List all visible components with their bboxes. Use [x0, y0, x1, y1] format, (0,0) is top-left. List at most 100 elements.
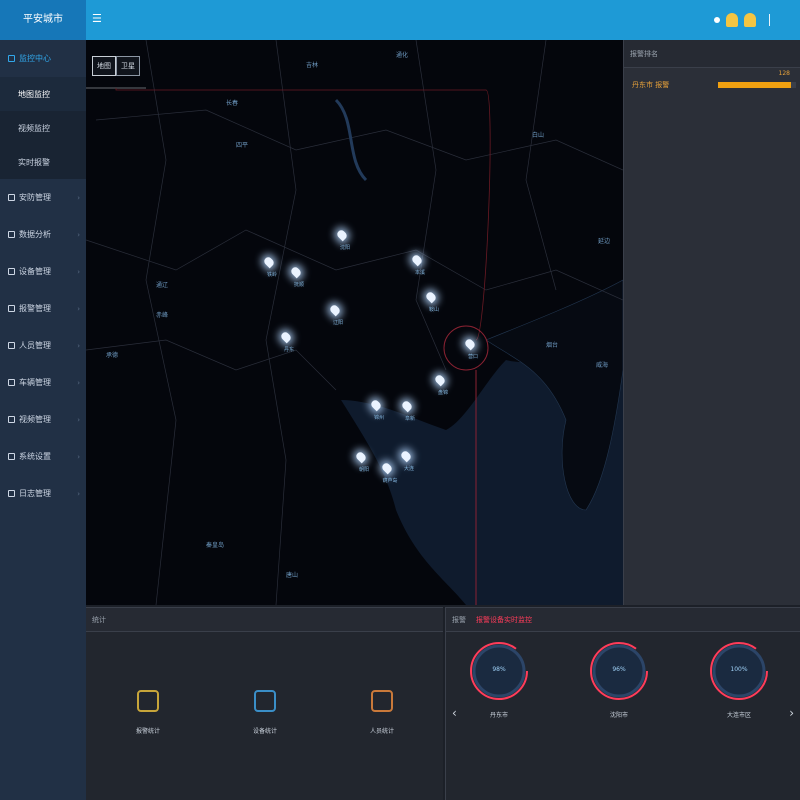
stat-item[interactable]: 报警统计: [118, 690, 178, 735]
alarm-panel: 报警 报警设备实时监控 ‹ › 98% 丹东市 96% 沈阳市 100% 大连市区: [445, 607, 800, 800]
map-type-map-button[interactable]: 地图: [92, 56, 116, 76]
map-marker-label: 营口: [467, 354, 478, 360]
sidebar-item-label: 数据分析: [19, 230, 51, 239]
map-marker[interactable]: 抚顺: [289, 265, 304, 288]
bell-icon[interactable]: [726, 13, 738, 27]
top-bar: 平安城市 ☰: [0, 0, 800, 40]
map-marker-label: 沈阳: [339, 245, 350, 251]
sidebar-item-label: 系统设置: [19, 452, 51, 461]
chevron-right-icon[interactable]: ›: [789, 706, 794, 720]
device-icon: [8, 268, 15, 275]
sidebar-subitem-video[interactable]: 视频监控: [0, 111, 86, 145]
sidebar-item-label: 视频管理: [19, 415, 51, 424]
map-marker[interactable]: 阜新: [400, 399, 415, 422]
ring-gauge-value: 100%: [730, 666, 748, 673]
alarm-panel-header: 报警 报警设备实时监控: [446, 608, 800, 632]
sidebar-item-label: 报警管理: [19, 304, 51, 313]
sidebar: 监控中心 地图监控 视频监控 实时报警 安防管理 › 数据分析 › 设备管理 › 报警管理 ›…: [0, 40, 86, 800]
sidebar-item-car[interactable]: 车辆管理 ›: [0, 364, 86, 401]
map-city-label: 延边: [598, 238, 611, 245]
map-marker[interactable]: 铁岭: [262, 255, 277, 278]
map-city-label: 承德: [106, 352, 119, 359]
top-actions: [714, 10, 770, 30]
chevron-right-icon: ›: [77, 415, 80, 424]
map-marker[interactable]: 鞍山: [424, 290, 439, 313]
chevron-right-icon: ›: [77, 193, 80, 202]
map-marker[interactable]: 葫芦岛: [380, 461, 398, 484]
map-marker[interactable]: 丹东: [279, 330, 294, 353]
ranking-row[interactable]: 丹东市 报警 128: [624, 68, 800, 98]
hamburger-icon[interactable]: ☰: [92, 12, 106, 26]
car-icon: [8, 379, 15, 386]
map-city-label: 吉林: [306, 62, 319, 69]
map-city-label: 通辽: [156, 282, 169, 289]
map-city-label: 四平: [236, 142, 249, 149]
sidebar-item-label: 车辆管理: [19, 378, 51, 387]
sidebar-item-gear[interactable]: 系统设置 ›: [0, 438, 86, 475]
ranking-bar: [718, 82, 796, 88]
chevron-right-icon: ›: [77, 378, 80, 387]
ring-gauge-label: 丹东市: [489, 712, 508, 719]
ring-gauge[interactable]: 100% 大连市区: [708, 640, 770, 719]
map-city-label: 秦皇岛: [206, 542, 225, 549]
sidebar-item-shield[interactable]: 安防管理 ›: [0, 179, 86, 216]
ranking-value: 128: [778, 70, 790, 77]
chart-icon: [8, 231, 15, 238]
stat-label: 人员统计: [369, 728, 394, 735]
map-marker-label: 本溪: [414, 270, 425, 276]
stat-label: 报警统计: [135, 728, 160, 735]
sidebar-subitem-alarm[interactable]: 实时报警: [0, 145, 86, 179]
map-marker[interactable]: 朝阳: [354, 450, 369, 473]
bell-icon[interactable]: [744, 13, 756, 27]
map-marker[interactable]: 沈阳: [335, 228, 350, 251]
sidebar-item-log[interactable]: 日志管理 ›: [0, 475, 86, 512]
sidebar-item-alarm[interactable]: 报警管理 ›: [0, 290, 86, 327]
map-marker-label: 盘锦: [437, 390, 448, 396]
log-icon: [8, 490, 15, 497]
sidebar-subitem-map[interactable]: 地图监控: [0, 77, 86, 111]
right-panel: 报警排名 丹东市 报警 128: [623, 40, 800, 605]
map-marker[interactable]: 盘锦: [433, 373, 448, 396]
chevron-right-icon: ›: [77, 304, 80, 313]
map-marker-label: 辽阳: [332, 320, 343, 326]
map-marker[interactable]: 大连: [399, 449, 414, 472]
sidebar-list: 安防管理 › 数据分析 › 设备管理 › 报警管理 › 人员管理 › 车辆管理 › 视频管理 › 系统设置 ›…: [0, 179, 86, 512]
map-marker[interactable]: 辽阳: [328, 303, 343, 326]
chevron-right-icon: ›: [77, 452, 80, 461]
stats-panel-title: 统计: [92, 616, 106, 624]
ring-gauge-value: 96%: [612, 666, 626, 673]
map-city-label: 赤峰: [156, 312, 169, 319]
chevron-right-icon: ›: [77, 489, 80, 498]
dot-icon[interactable]: [714, 17, 720, 23]
map-marker-label: 阜新: [404, 416, 415, 422]
map-marker-label: 大连: [403, 466, 414, 472]
sidebar-item-chart[interactable]: 数据分析 ›: [0, 216, 86, 253]
chevron-left-icon[interactable]: ‹: [452, 706, 457, 720]
map-city-label: 烟台: [546, 342, 559, 349]
stat-item[interactable]: 设备统计: [235, 690, 295, 735]
map-marker[interactable]: 营口: [463, 337, 478, 360]
app-root: 平安城市 ☰ 监控中心 地图监控 视频监控 实时报警 安防管理 › 数据分析 › 设备管…: [0, 0, 800, 800]
map-type-satellite-button[interactable]: 卫星: [116, 56, 140, 76]
map-marker[interactable]: 锦州: [369, 398, 384, 421]
map-marker-label: 铁岭: [266, 272, 277, 278]
ring-gauge[interactable]: 98% 丹东市: [468, 640, 530, 719]
sidebar-item-monitor[interactable]: 监控中心: [0, 40, 86, 77]
stats-panel-header: 统计: [86, 608, 443, 632]
ring-gauge-label: 大连市区: [726, 712, 751, 719]
chevron-right-icon: ›: [77, 230, 80, 239]
map-view[interactable]: 地图 卫星 长春四平吉林通化白山延边通辽赤峰承德秦皇岛唐山天津烟台威海 沈阳铁岭…: [86, 40, 623, 605]
sidebar-item-user[interactable]: 人员管理 ›: [0, 327, 86, 364]
sidebar-item-device[interactable]: 设备管理 ›: [0, 253, 86, 290]
user-icon: [8, 342, 15, 349]
user-icon[interactable]: [762, 14, 770, 26]
sidebar-item-label: 安防管理: [19, 193, 51, 202]
map-marker[interactable]: 本溪: [410, 253, 425, 276]
app-title[interactable]: 平安城市: [0, 0, 86, 40]
ring-gauge[interactable]: 96% 沈阳市: [588, 640, 650, 719]
people-icon: [371, 690, 393, 712]
sidebar-item-video[interactable]: 视频管理 ›: [0, 401, 86, 438]
stat-item[interactable]: 人员统计: [352, 690, 412, 735]
alarm-panel-alert[interactable]: 报警设备实时监控: [476, 608, 532, 631]
map-marker-label: 丹东: [283, 347, 294, 353]
